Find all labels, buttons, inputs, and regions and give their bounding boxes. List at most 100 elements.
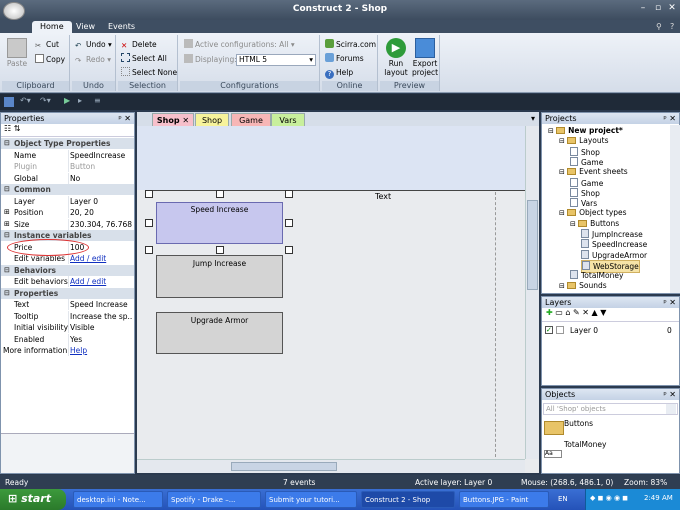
tree-node[interactable]: ⊟ Object types — [559, 208, 627, 218]
tab-shop-layout[interactable]: Shop ✕ — [152, 113, 194, 126]
tab-vars-events[interactable]: Vars — [271, 113, 305, 126]
tree-node[interactable]: ⊟ Event sheets — [559, 167, 628, 177]
tab-events[interactable]: Events — [100, 21, 143, 33]
select-none-button[interactable]: Select None — [121, 67, 177, 79]
redo-quick-icon[interactable]: ↷▾ — [40, 96, 51, 105]
customize-quick-icon[interactable]: ≡ — [94, 96, 101, 105]
layer-row[interactable]: ✓ Layer 0 0 — [545, 325, 677, 336]
displaying-select[interactable]: HTML 5 ▾ — [236, 54, 316, 66]
layer-lock-checkbox[interactable] — [556, 326, 564, 334]
tab-shop-events[interactable]: Shop — [195, 113, 229, 126]
play-quick-icon[interactable]: ▶ — [64, 96, 70, 105]
resize-handle[interactable] — [216, 190, 224, 198]
undo-quick-icon[interactable]: ↶▾ — [20, 96, 31, 105]
collapse-icon[interactable]: ⊟ — [4, 138, 10, 149]
redo-button[interactable]: ↷ Redo ▾ — [75, 54, 111, 66]
object-total-money[interactable]: TotalMoney — [564, 440, 606, 449]
tab-home[interactable]: Home — [32, 21, 72, 33]
horizontal-scroll-thumb[interactable] — [231, 462, 337, 471]
projects-scrollbar[interactable] — [670, 125, 680, 293]
tree-node[interactable]: ⊟ Sounds — [559, 281, 607, 291]
taskbar-item[interactable]: Buttons.JPG - Paint — [459, 491, 549, 508]
lock-icon[interactable]: ⌂ — [565, 308, 570, 317]
resize-handle[interactable] — [145, 190, 153, 198]
property-row[interactable]: Tooltip Increase the sp... — [1, 310, 134, 322]
taskbar-item[interactable]: desktop.ini - Note... — [73, 491, 163, 508]
move-up-icon[interactable]: ▲ — [591, 308, 597, 317]
undo-button[interactable]: ↶ Undo ▾ — [75, 39, 112, 51]
sublayer-icon[interactable]: ▭ — [555, 308, 563, 317]
horizontal-scrollbar[interactable] — [137, 459, 525, 473]
export-project-button[interactable]: Export project — [410, 38, 440, 77]
property-row[interactable]: Global No — [1, 172, 134, 184]
taskbar-item[interactable]: Construct 2 - Shop — [361, 491, 455, 508]
property-row[interactable]: ⊞ Size 230.304, 76.768 — [1, 218, 134, 230]
property-link[interactable]: Add / edit — [70, 276, 132, 287]
close-button[interactable]: ✕ — [665, 3, 679, 15]
property-row[interactable]: Text Speed Increase — [1, 299, 134, 310]
property-row[interactable]: Edit behaviors Add / edit — [1, 276, 134, 287]
delete-button[interactable]: ✕ Delete — [121, 39, 157, 51]
tab-game-events[interactable]: Game — [231, 113, 271, 126]
pane-close-icon[interactable]: ᵖ ✕ — [663, 113, 676, 124]
resize-handle[interactable] — [285, 246, 293, 254]
language-indicator[interactable]: EN — [558, 495, 568, 503]
property-link[interactable]: Help — [70, 345, 132, 356]
cut-button[interactable]: ✂ Cut — [35, 39, 59, 51]
sort-az-icon[interactable]: ⇅ — [14, 124, 21, 133]
property-row[interactable]: More information Help — [1, 345, 134, 356]
pane-close-icon[interactable]: ᵖ ✕ — [663, 297, 676, 308]
filter-icon[interactable] — [666, 404, 676, 414]
resize-handle[interactable] — [216, 246, 224, 254]
property-link[interactable]: Add / edit — [70, 253, 132, 264]
collapse-icon[interactable]: ⊟ — [548, 127, 556, 135]
button-upgrade-armor[interactable]: Upgrade Armor — [156, 312, 283, 354]
run-layout-button[interactable]: ▶ Run layout — [382, 38, 410, 77]
vertical-scroll-thumb[interactable] — [527, 200, 538, 290]
vertical-scrollbar[interactable] — [525, 126, 539, 459]
active-configurations-dropdown[interactable]: Active configurations: All ▾ — [184, 39, 295, 51]
edit-icon[interactable]: ✎ — [573, 308, 580, 317]
move-down-icon[interactable]: ▼ — [600, 308, 606, 317]
pane-close-icon[interactable]: ᵖ ✕ — [118, 113, 131, 124]
collapse-icon[interactable]: ⊟ — [559, 282, 567, 290]
add-layer-icon[interactable]: ✚ — [546, 308, 553, 317]
start-button[interactable]: ⊞ start — [0, 489, 66, 510]
layout-canvas[interactable]: Text Speed Increase Jump Increase Upgrad… — [137, 126, 539, 473]
tree-node[interactable]: ⊟ Buttons — [570, 219, 619, 229]
help-icon[interactable]: ? — [662, 21, 680, 33]
collapse-icon[interactable]: ⊟ — [4, 184, 10, 195]
debug-quick-icon[interactable]: ▸ — [78, 96, 82, 105]
collapse-icon[interactable]: ⊟ — [4, 230, 10, 241]
save-icon[interactable] — [4, 97, 14, 107]
tree-node[interactable]: ⊟ Layouts — [559, 136, 609, 146]
property-row[interactable]: Name SpeedIncrease — [1, 149, 134, 161]
tab-close-icon[interactable]: ✕ — [182, 116, 189, 125]
resize-handle[interactable] — [285, 190, 293, 198]
text-object[interactable]: Text — [375, 192, 391, 201]
taskbar-item[interactable]: Spotify - Drake –... — [167, 491, 261, 508]
categorized-icon[interactable]: ☷ — [4, 124, 11, 133]
expand-icon[interactable]: ⊞ — [4, 207, 10, 218]
collapse-icon[interactable]: ⊟ — [559, 137, 567, 145]
button-jump-increase[interactable]: Jump Increase — [156, 255, 283, 298]
collapse-icon[interactable]: ⊟ — [559, 168, 567, 176]
tree-node[interactable]: ⊟ New project* — [548, 126, 623, 136]
paste-button[interactable]: Paste — [5, 38, 29, 68]
objects-filter-input[interactable]: All 'Shop' objects — [543, 403, 678, 415]
collapse-icon[interactable]: ⊟ — [4, 265, 10, 276]
delete-layer-icon[interactable]: ✕ — [582, 308, 589, 317]
tab-view[interactable]: View — [68, 21, 103, 33]
select-all-button[interactable]: Select All — [121, 53, 167, 65]
tabs-dropdown-icon[interactable]: ▾ — [531, 114, 535, 123]
button-speed-increase[interactable]: Speed Increase — [156, 202, 283, 244]
maximize-button[interactable]: ▫ — [651, 3, 665, 15]
minimize-button[interactable]: – — [636, 3, 650, 15]
tray-icons[interactable]: ◆ ◼ ◉ ◉ ◼ — [590, 494, 628, 502]
help-link[interactable]: ? Help — [325, 67, 353, 79]
forums-link[interactable]: Forums — [325, 53, 364, 65]
layer-visible-checkbox[interactable]: ✓ — [545, 326, 553, 334]
property-row[interactable]: Plugin Button — [1, 161, 134, 172]
taskbar-item[interactable]: Submit your tutori... — [265, 491, 357, 508]
object-buttons[interactable]: Buttons — [564, 419, 593, 428]
